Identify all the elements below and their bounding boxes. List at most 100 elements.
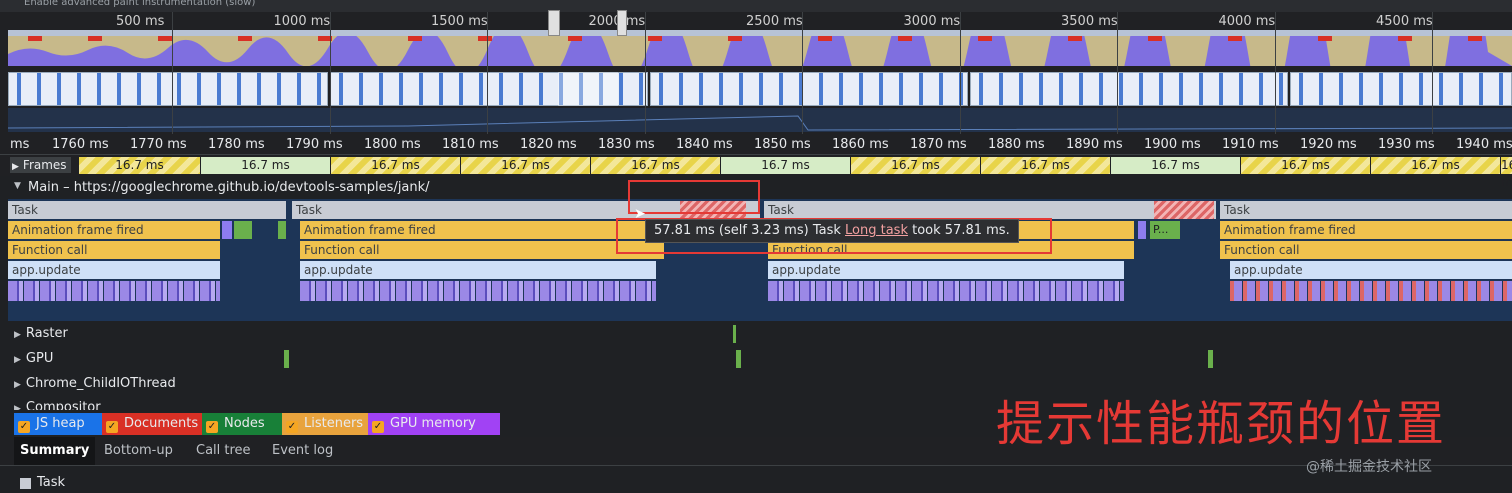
animation-frame-label: Animation frame fired bbox=[304, 223, 436, 237]
main-thread-title: Main – https://googlechrome.github.io/de… bbox=[28, 180, 430, 195]
checkbox-check-icon[interactable]: ✓ bbox=[106, 421, 118, 433]
layout-bars[interactable] bbox=[768, 281, 1124, 301]
layout-bars[interactable] bbox=[8, 281, 220, 301]
overview-tick-label: 4000 ms bbox=[1218, 14, 1276, 29]
raster-event[interactable] bbox=[733, 325, 736, 343]
counter-toggle[interactable]: ✓ Nodes bbox=[202, 413, 292, 435]
tab-event-log[interactable]: Event log bbox=[266, 437, 339, 465]
animation-frame-fired-block[interactable]: Animation frame fired bbox=[300, 221, 664, 239]
frame-block[interactable]: 16.7 ms bbox=[200, 157, 330, 174]
frame-block[interactable]: 16.7 ms bbox=[850, 157, 980, 174]
task-block[interactable]: Task bbox=[764, 201, 1216, 219]
layout-bars-warning[interactable] bbox=[1230, 281, 1512, 301]
tab-call-tree[interactable]: Call tree bbox=[190, 437, 257, 465]
event-block[interactable] bbox=[278, 221, 286, 239]
tab-bottom-up[interactable]: Bottom-up bbox=[98, 437, 179, 465]
counter-toggle[interactable]: ✓ Documents bbox=[102, 413, 212, 435]
track-compositor[interactable]: ▶ Compositor bbox=[14, 400, 101, 410]
expand-triangle-icon[interactable]: ▶ bbox=[14, 355, 21, 365]
frame-block[interactable]: 16.7 ms bbox=[1500, 157, 1512, 189]
tooltip-name: Task bbox=[812, 223, 841, 238]
function-call-block[interactable]: Function call bbox=[300, 241, 664, 259]
overview-grid-line bbox=[1117, 12, 1118, 134]
task-label: Task bbox=[768, 203, 794, 217]
app-update-block[interactable]: app.update bbox=[768, 261, 1124, 279]
frame-block[interactable]: 16.7 ms bbox=[1240, 157, 1370, 174]
frame-block[interactable]: 16.7 ms bbox=[980, 157, 1110, 174]
summary-panel: Task bbox=[0, 474, 1512, 493]
ruler-tick-label: 1770 ms bbox=[130, 137, 187, 152]
function-call-block[interactable]: Function call bbox=[8, 241, 220, 259]
annotation-caption: 提示性能瓶颈的位置 bbox=[996, 396, 1447, 452]
checkbox-check-icon[interactable]: ✓ bbox=[286, 421, 298, 433]
ruler-tick-label: 1800 ms bbox=[364, 137, 421, 152]
event-block[interactable] bbox=[234, 221, 252, 239]
app-update-block[interactable]: app.update bbox=[300, 261, 656, 279]
overview-grid-line bbox=[487, 12, 488, 134]
expand-triangle-icon[interactable]: ▶ bbox=[14, 330, 21, 340]
frame-block[interactable]: 16.7 ms bbox=[330, 157, 460, 174]
screenshot-thumbnail bbox=[8, 72, 328, 106]
counter-label: JS heap bbox=[36, 416, 85, 431]
collapse-triangle-icon[interactable]: ▼ bbox=[14, 181, 21, 191]
animation-frame-fired-block[interactable]: Animation frame fired bbox=[1220, 221, 1512, 239]
task-label: Task bbox=[296, 203, 322, 217]
task-block[interactable]: Task bbox=[1220, 201, 1512, 219]
checkbox-check-icon[interactable]: ✓ bbox=[18, 421, 30, 433]
frame-block[interactable]: 16.7 ms bbox=[78, 157, 200, 174]
checkbox-check-icon[interactable]: ✓ bbox=[206, 421, 218, 433]
overview-selection-handle-left[interactable] bbox=[548, 10, 560, 36]
overview-grid-line bbox=[1274, 12, 1276, 134]
tooltip-suffix: took 57.81 ms. bbox=[912, 223, 1010, 238]
track-childio[interactable]: ▶ Chrome_ChildIOThread bbox=[14, 376, 176, 391]
overview-top-bar: Enable advanced paint instrumentation (s… bbox=[0, 0, 1512, 12]
counter-toggle[interactable]: ✓ JS heap bbox=[14, 413, 112, 435]
app-update-block[interactable]: app.update bbox=[1230, 261, 1512, 279]
gpu-event[interactable] bbox=[284, 350, 289, 368]
overview-grid-line bbox=[1432, 12, 1433, 134]
expand-triangle-icon[interactable]: ▶ bbox=[14, 404, 21, 410]
track-raster[interactable]: ▶ Raster bbox=[14, 326, 68, 341]
screenshot-thumbnail bbox=[970, 72, 1288, 106]
track-gpu[interactable]: ▶ GPU bbox=[14, 351, 53, 366]
overview-selection-handle-right[interactable] bbox=[617, 10, 627, 36]
counter-toggle[interactable]: ✓ GPU memory bbox=[368, 413, 500, 435]
ruler-tick-label: 1820 ms bbox=[520, 137, 577, 152]
gpu-event[interactable] bbox=[736, 350, 741, 368]
frame-duration-label: 16.7 ms bbox=[1021, 158, 1070, 172]
event-block[interactable] bbox=[1138, 221, 1146, 239]
paint-block[interactable]: P... bbox=[1150, 221, 1180, 239]
frame-block[interactable]: 16.7 ms bbox=[720, 157, 850, 174]
network-line-svg bbox=[7, 115, 1512, 131]
ruler-tick-label: 1900 ms bbox=[1144, 137, 1201, 152]
expand-triangle-icon[interactable]: ▶ bbox=[14, 380, 21, 390]
frame-duration-label: 16.7 ms bbox=[371, 158, 420, 172]
counter-toggle[interactable]: ✓ Listeners bbox=[282, 413, 378, 435]
overview-selection-window[interactable] bbox=[558, 72, 618, 106]
overview-tick-label: 2500 ms bbox=[746, 14, 803, 29]
frame-block[interactable]: 16.7 ms bbox=[590, 157, 720, 174]
frame-block[interactable]: 16.7 ms bbox=[1370, 157, 1500, 174]
frame-block[interactable]: 16.7 ms bbox=[460, 157, 590, 174]
timeline-overview[interactable]: Enable advanced paint instrumentation (s… bbox=[0, 0, 1512, 134]
frame-duration-label: 16.7 ms bbox=[501, 158, 550, 172]
function-call-block[interactable]: Function call bbox=[1220, 241, 1512, 259]
frame-block[interactable]: 16.7 ms bbox=[1110, 157, 1240, 174]
animation-frame-fired-block[interactable]: Animation frame fired bbox=[8, 221, 220, 239]
frames-track[interactable]: ▶ Frames 16.7 ms 16.7 ms 16.7 ms 16.7 ms 16.7… bbox=[0, 155, 1512, 189]
long-task-link[interactable]: Long task bbox=[845, 223, 908, 238]
task-block[interactable]: Task bbox=[8, 201, 286, 219]
gpu-event[interactable] bbox=[1208, 350, 1213, 368]
frame-duration-label: 16.7 ms bbox=[631, 158, 680, 172]
function-call-label: Function call bbox=[1224, 243, 1300, 257]
checkbox-check-icon[interactable]: ✓ bbox=[372, 421, 384, 433]
ruler-tick-label: 1760 ms bbox=[52, 137, 109, 152]
tab-summary[interactable]: Summary bbox=[14, 437, 96, 465]
ruler-tick-label: 1910 ms bbox=[1222, 137, 1279, 152]
app-update-label: app.update bbox=[1234, 263, 1303, 277]
app-update-block[interactable]: app.update bbox=[8, 261, 220, 279]
frames-track-header[interactable]: ▶ Frames bbox=[10, 157, 71, 173]
task-label: Task bbox=[1224, 203, 1250, 217]
layout-bars[interactable] bbox=[300, 281, 656, 301]
event-block[interactable] bbox=[222, 221, 232, 239]
